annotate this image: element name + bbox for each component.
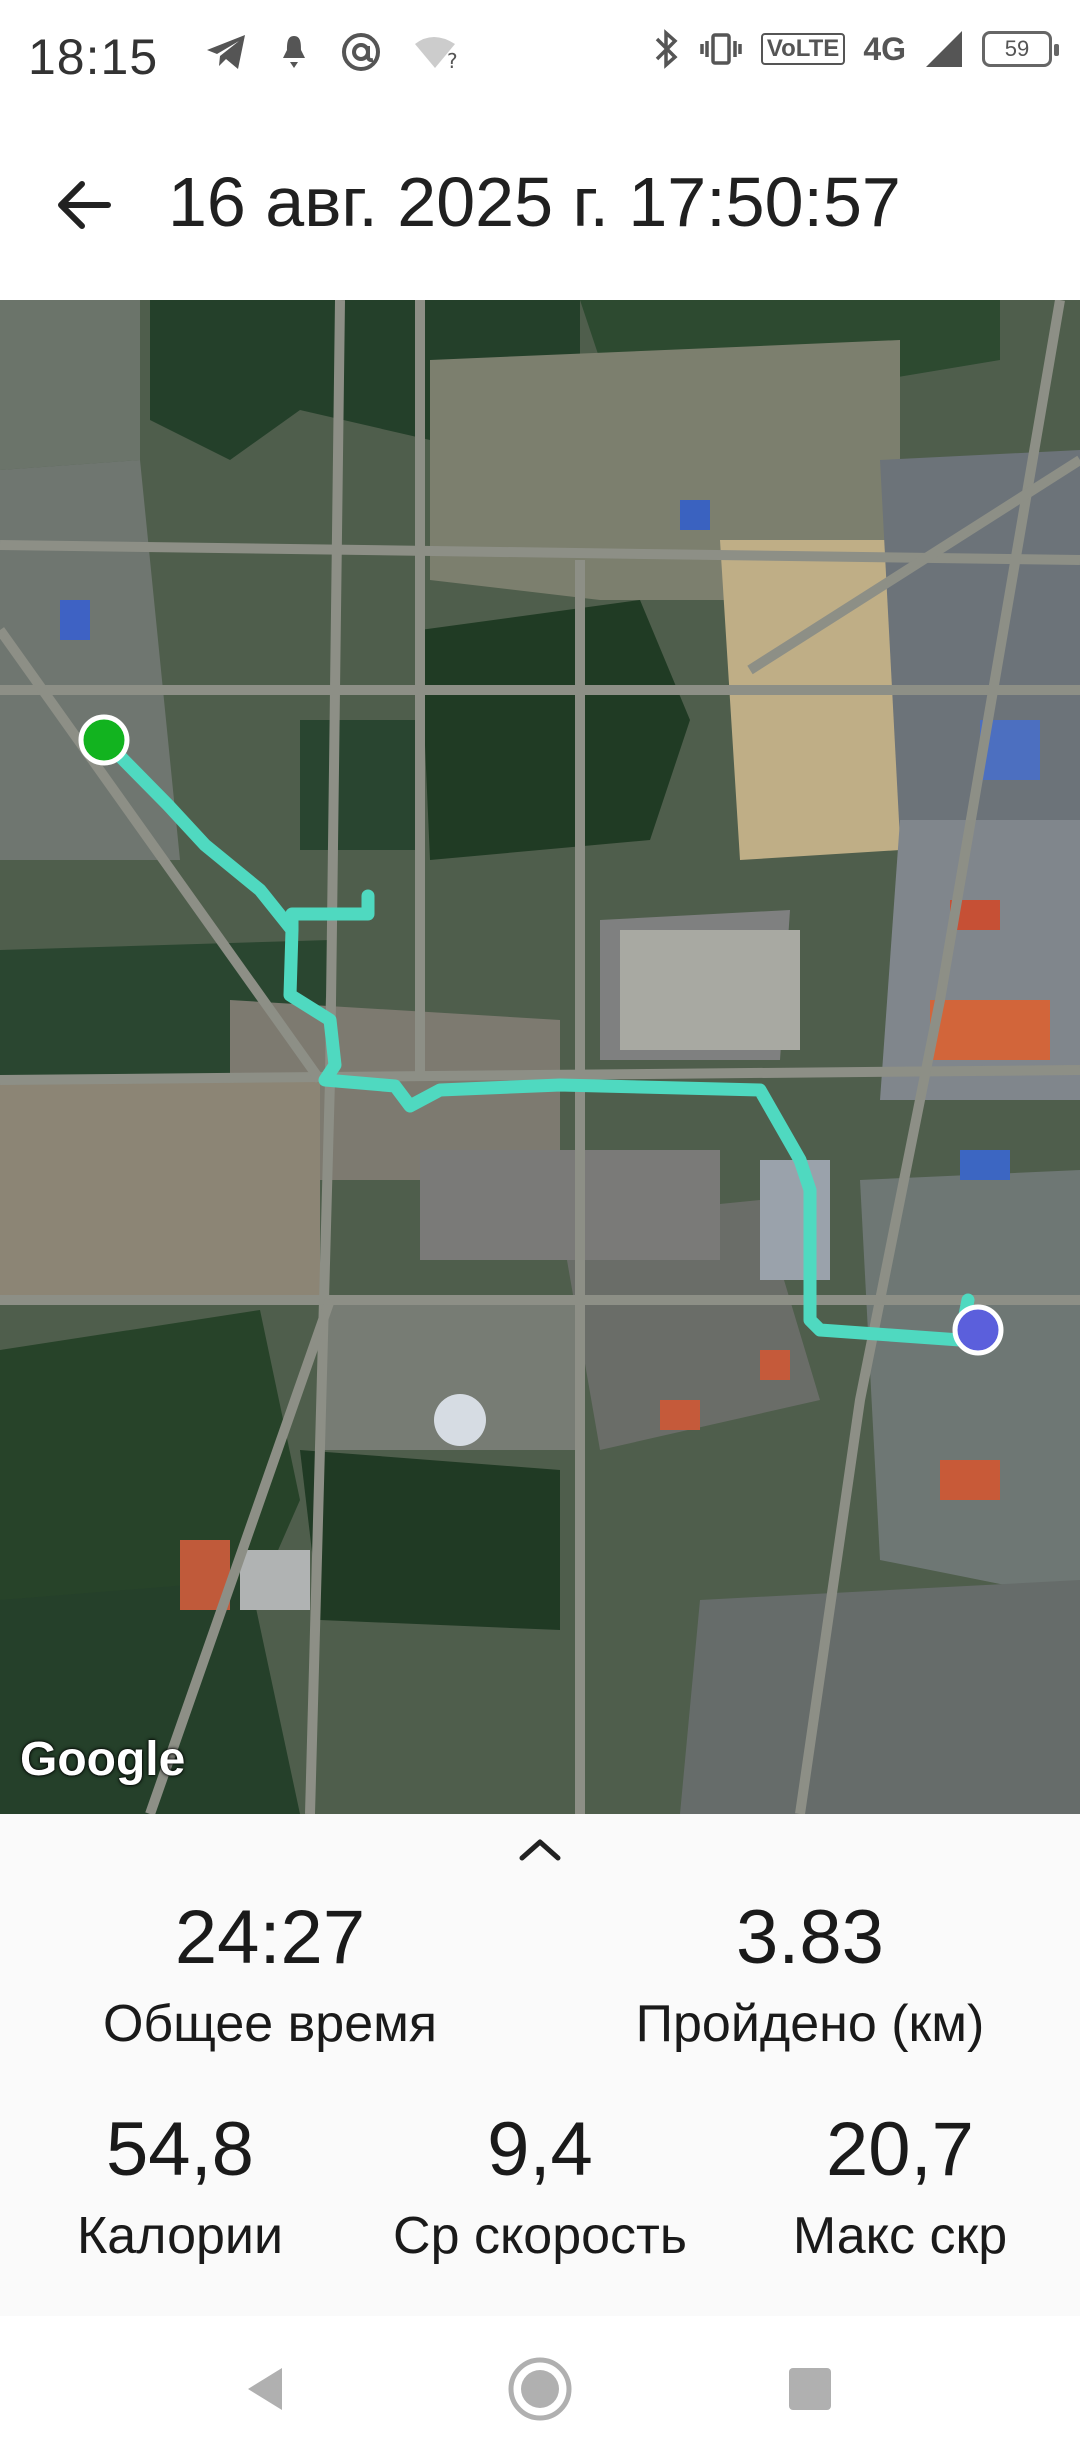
avg-speed-label: Ср скорость bbox=[393, 2207, 687, 2265]
notification-icon bbox=[283, 36, 305, 68]
volte-badge: VoLTE bbox=[760, 33, 846, 65]
google-attribution: Google bbox=[20, 1733, 186, 1786]
vibrate-icon bbox=[700, 33, 742, 65]
satellite-map bbox=[0, 300, 1080, 1814]
chevron-up-icon[interactable] bbox=[516, 1834, 564, 1864]
max-speed-label: Макс скр bbox=[792, 2207, 1008, 2265]
arrow-back-icon[interactable] bbox=[50, 170, 120, 240]
telegram-icon bbox=[207, 35, 245, 69]
bluetooth-icon bbox=[655, 29, 678, 69]
stats-panel: 24:27 Общее время 3.83 Пройдено (км) 54,… bbox=[0, 1814, 1080, 2316]
total-time-label: Общее время bbox=[102, 1995, 438, 2053]
network-type: 4G bbox=[863, 30, 906, 67]
recents-square-icon[interactable] bbox=[775, 2354, 845, 2424]
back-triangle-icon[interactable] bbox=[230, 2354, 300, 2424]
start-marker bbox=[78, 714, 130, 766]
signal-icon bbox=[926, 31, 962, 67]
status-time: 18:15 bbox=[28, 29, 159, 85]
distance-label: Пройдено (км) bbox=[635, 1995, 985, 2053]
app-bar: 16 авг. 2025 г. 17:50:57 bbox=[0, 110, 1080, 300]
svg-text:?: ? bbox=[447, 49, 458, 72]
wifi-question-icon: ? bbox=[415, 37, 458, 72]
home-circle-icon[interactable] bbox=[505, 2354, 575, 2424]
page-title: 16 авг. 2025 г. 17:50:57 bbox=[168, 163, 901, 241]
calories-value: 54,8 bbox=[106, 2107, 254, 2192]
status-bar: 18:15 ? VoLTE 4G 59 bbox=[0, 0, 1080, 110]
end-marker bbox=[952, 1304, 1004, 1356]
battery-icon: 59 bbox=[982, 31, 1059, 67]
avg-speed-value: 9,4 bbox=[487, 2107, 593, 2192]
system-nav-bar bbox=[0, 2316, 1080, 2460]
at-sign-icon bbox=[342, 33, 380, 71]
max-speed-value: 20,7 bbox=[826, 2107, 974, 2192]
status-right-icons: VoLTE 4G 59 bbox=[653, 28, 1059, 70]
calories-label: Калории bbox=[76, 2207, 284, 2265]
map-view[interactable]: Google bbox=[0, 300, 1080, 1814]
status-left-icons: ? bbox=[205, 30, 463, 74]
total-time-value: 24:27 bbox=[174, 1895, 366, 1980]
distance-value: 3.83 bbox=[736, 1895, 884, 1980]
